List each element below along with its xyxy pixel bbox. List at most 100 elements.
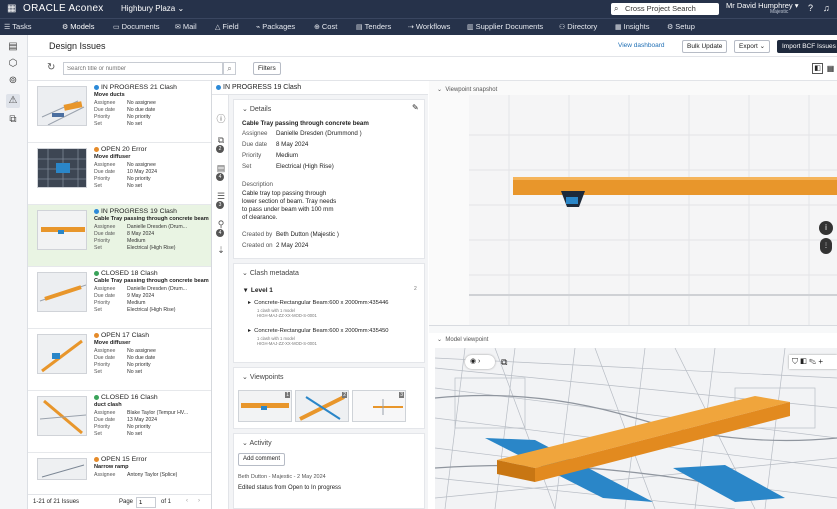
issue-list: IN PROGRESS 21 Clash Move ducts Assignee…	[28, 81, 212, 509]
viewpoint-thumb[interactable]: 2	[295, 390, 349, 422]
edit-icon[interactable]: ✎	[412, 103, 419, 112]
snapshot-label[interactable]: ⌄ Viewpoint snapshot	[437, 86, 497, 93]
files-icon[interactable]: ▤	[6, 40, 20, 54]
viewpoints-toggle[interactable]: ⌄ Viewpoints	[242, 373, 284, 381]
nav-directory[interactable]: ⚇ Directory	[559, 22, 597, 31]
detail-due: Due date 8 May 2024	[242, 141, 309, 148]
created-by: Created by Beth Dutton (Majestic )	[242, 231, 339, 238]
tenders-icon: ▤	[356, 24, 363, 31]
cost-icon: ⊕	[314, 24, 320, 31]
clash-item[interactable]: ▸ Concrete-Rectangular Beam:600 x 2000mm…	[248, 300, 389, 306]
issue-priority: Priority Medium	[94, 300, 146, 306]
nav-mail[interactable]: ✉ Mail	[175, 22, 197, 31]
tasks-icon: ☰	[4, 24, 11, 31]
issue-detail: IN PROGRESS 19 Clash ⓘ ⧉ 2 ▤ 4 ☰ 3 ⚲ 4 ⇣…	[212, 81, 428, 509]
cube-icon[interactable]: ◧	[800, 357, 806, 366]
detail-priority: Priority Medium	[242, 152, 299, 159]
pencil-icon[interactable]: ✎	[809, 357, 816, 366]
project-selector[interactable]: Highbury Plaza ⌄	[121, 4, 184, 13]
issue-card[interactable]: CLOSED 16 Clash duct clash Assignee Blake…	[28, 391, 211, 453]
issue-due: Due date No due date	[94, 107, 156, 113]
activity-toggle[interactable]: ⌄ Activity	[242, 439, 272, 447]
bell-icon[interactable]: ♫	[823, 3, 830, 13]
nav-documents[interactable]: ▭ Documents	[113, 22, 160, 31]
grid-view-icon[interactable]: ▦	[825, 63, 836, 74]
nav-packages[interactable]: ⌁ Packages	[256, 22, 295, 31]
nav-workflows[interactable]: ⇢ Workflows	[408, 22, 450, 31]
nav-cost[interactable]: ⊕ Cost	[314, 22, 337, 31]
shield-icon[interactable]: ⛉	[792, 357, 798, 366]
info-icon[interactable]: ⓘ	[215, 112, 227, 125]
page-label: Page	[119, 499, 134, 505]
model-label[interactable]: ⌄ Model viewpoint	[437, 336, 488, 343]
cross-project-search[interactable]: ⌕ Cross Project Search	[611, 3, 719, 15]
nav-supplier-documents[interactable]: ▥ Supplier Documents	[467, 22, 543, 31]
nav-tasks[interactable]: ☰ Tasks	[4, 22, 31, 31]
issue-thumbnail	[37, 210, 87, 250]
detail-assignee: Assignee Danielle Dresden (Drummond )	[242, 130, 362, 137]
issue-set: Set No set	[94, 121, 142, 127]
detail-title: Cable Tray passing through concrete beam	[242, 120, 369, 127]
issue-thumbnail	[37, 396, 87, 436]
issue-assignee: Assignee No assignee	[94, 162, 156, 168]
export-button[interactable]: Export ⌄	[734, 40, 771, 53]
refresh-icon[interactable]: ↻	[47, 62, 55, 73]
nav-insights[interactable]: ▦ Insights	[615, 22, 649, 31]
nav-models[interactable]: ⚙ Models	[62, 22, 94, 31]
detail-header: IN PROGRESS 19 Clash	[212, 81, 428, 95]
issue-card[interactable]: IN PROGRESS 21 Clash Move ducts Assignee…	[28, 81, 211, 143]
clash-icon[interactable]: ⊚	[6, 74, 20, 88]
viewpoint-number: 2	[342, 392, 347, 398]
app-grid-icon[interactable]: ▦	[7, 3, 16, 14]
add-comment-button[interactable]: Add comment	[238, 453, 286, 466]
page-input[interactable]	[136, 497, 156, 508]
plus-icon[interactable]: +	[818, 357, 823, 366]
issue-assignee: Assignee Antony Taylor (Splice)	[94, 472, 178, 478]
search-input[interactable]	[63, 62, 223, 75]
nav-setup[interactable]: ⚙ Setup	[667, 22, 695, 31]
workflow-icon[interactable]: ⇣	[215, 245, 227, 256]
help-icon[interactable]: ?	[808, 3, 813, 13]
filters-button[interactable]: Filters	[253, 62, 281, 75]
view-dashboard-link[interactable]: View dashboard	[618, 42, 665, 49]
issue-priority: Priority No priority	[94, 176, 151, 182]
split-view-icon[interactable]: ◧	[812, 63, 823, 74]
open-external-icon[interactable]: ⧉	[501, 355, 515, 369]
viewpoint-thumb[interactable]: 3	[352, 390, 406, 422]
clash-metadata-toggle[interactable]: ⌄ Clash metadata	[242, 269, 299, 277]
model-icon[interactable]: ⬡	[6, 57, 20, 71]
clash-file: HIGH-MAJ-ZZ-XX-MOD-S-0001	[257, 341, 317, 346]
import-bcf-button[interactable]: Import BCF Issues	[777, 40, 837, 53]
status-dot	[94, 270, 99, 276]
prev-page-icon[interactable]: ‹	[186, 498, 188, 504]
details-toggle[interactable]: ⌄ Details	[242, 105, 271, 113]
viewpoint-thumb[interactable]: 1	[238, 390, 292, 422]
clash-item[interactable]: ▸ Concrete-Rectangular Beam:600 x 2000mm…	[248, 328, 389, 334]
issue-status: CLOSED 18 Clash	[94, 270, 158, 277]
search-icon[interactable]: ⌕	[223, 62, 236, 75]
details-panel: ⌄ Details ✎ Cable Tray passing through c…	[233, 99, 425, 259]
visibility-toggle[interactable]: ◉ ›	[465, 355, 495, 369]
status-dot	[94, 456, 99, 462]
more-options-icon[interactable]: ⋮	[820, 238, 832, 254]
issue-card-selected[interactable]: IN PROGRESS 19 Clash Cable Tray passing …	[28, 205, 211, 267]
issue-card[interactable]: CLOSED 18 Clash Cable Tray passing throu…	[28, 267, 211, 329]
sets-icon[interactable]: ⧉	[6, 113, 20, 127]
issue-title: duct clash	[94, 402, 122, 408]
issue-card[interactable]: OPEN 17 Clash Move diffuser Assignee No a…	[28, 329, 211, 391]
activity-text: Edited status from Open to In progress	[238, 485, 342, 491]
nav-tenders[interactable]: ▤ Tenders	[356, 22, 391, 31]
workflows-icon: ⇢	[408, 24, 414, 31]
issue-thumbnail	[37, 458, 87, 480]
level-toggle[interactable]: ▾ Level 1	[244, 286, 273, 294]
issue-title: Move diffuser	[94, 340, 131, 346]
snapshot-image	[469, 95, 837, 325]
issues-icon[interactable]: ⚠	[6, 94, 20, 108]
next-page-icon[interactable]: ›	[198, 498, 200, 504]
nav-field[interactable]: △ Field	[215, 22, 239, 31]
issue-card[interactable]: OPEN 20 Error Move diffuser Assignee No a…	[28, 143, 211, 205]
link-badge: 4	[216, 229, 224, 237]
eye-icon: ◉	[470, 358, 477, 365]
bulk-update-button[interactable]: Bulk Update	[682, 40, 728, 53]
info-icon[interactable]: i	[819, 221, 833, 235]
